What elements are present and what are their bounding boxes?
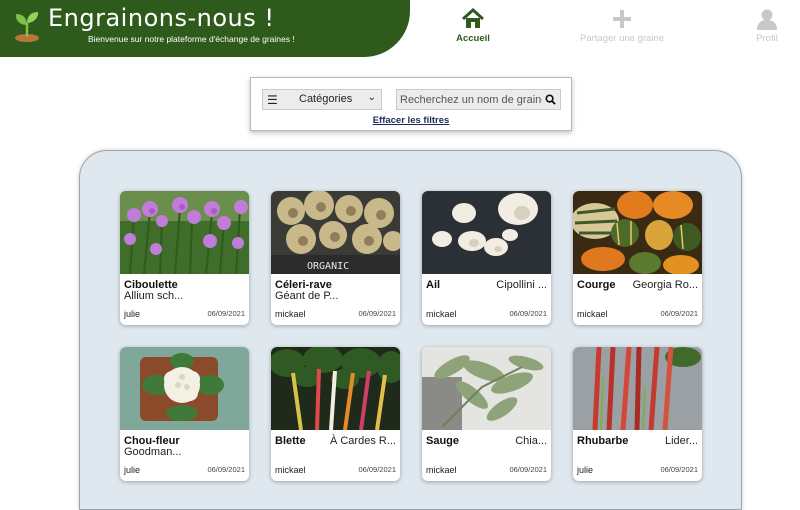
seed-date: 06/09/2021 [207, 309, 245, 318]
nav-profile-label: Profil [756, 33, 778, 44]
seed-variety: Cipollini ... [496, 279, 547, 291]
seed-photo-cauliflower [120, 347, 249, 430]
seed-variety: Georgia Ro... [632, 279, 698, 291]
seed-date: 06/09/2021 [660, 309, 698, 318]
search-input[interactable] [400, 92, 542, 108]
seed-owner: mickael [275, 465, 306, 475]
seed-card[interactable]: Ciboulette Allium sch... julie 06/09/202… [120, 191, 249, 325]
seed-date: 06/09/2021 [509, 465, 547, 474]
nav-share-label: Partager une graine [580, 33, 664, 44]
seed-card[interactable]: Ail Cipollini ... mickael 06/09/2021 [422, 191, 551, 325]
category-select-label: Catégories [299, 93, 353, 105]
seed-variety: Géant de P... [275, 290, 339, 302]
seed-card[interactable]: Sauge Chia... mickael 06/09/2021 [422, 347, 551, 481]
app-title[interactable]: Engrainons-nous ! [48, 4, 274, 32]
seed-grid-panel: Ciboulette Allium sch... julie 06/09/202… [79, 150, 742, 510]
seed-variety: Chia... [515, 435, 547, 447]
seed-card[interactable]: Chou-fleur Goodman... julie 06/09/2021 [120, 347, 249, 481]
category-select[interactable]: ☰ Catégories ⌄ [262, 89, 382, 110]
seed-photo-garlic [422, 191, 551, 274]
seed-variety: Goodman... [124, 446, 182, 458]
seed-variety: Allium sch... [124, 290, 184, 302]
seed-card[interactable]: Courge Georgia Ro... mickael 06/09/2021 [573, 191, 702, 325]
seed-name: Rhubarbe [577, 435, 629, 447]
seed-photo-celeriac: ORGANIC [271, 191, 400, 274]
seed-owner: mickael [426, 309, 457, 319]
seed-date: 06/09/2021 [509, 309, 547, 318]
seed-date: 06/09/2021 [358, 309, 396, 318]
seed-date: 06/09/2021 [207, 465, 245, 474]
seed-owner: mickael [426, 465, 457, 475]
seed-name: Sauge [426, 435, 460, 447]
seed-photo-chard [271, 347, 400, 430]
seed-name: Blette [275, 435, 306, 447]
seed-variety: À Cardes R... [329, 435, 396, 447]
sprout-icon [15, 12, 39, 42]
home-icon [461, 8, 485, 28]
seed-card[interactable]: Blette À Cardes R... mickael 06/09/2021 [271, 347, 400, 481]
seed-owner: julie [124, 309, 141, 319]
seed-name: Courge [577, 279, 616, 291]
search-field [396, 89, 561, 110]
seed-variety: Lider... [664, 435, 698, 447]
plus-icon [613, 10, 631, 28]
nav-home[interactable]: Accueil [418, 8, 528, 44]
seed-date: 06/09/2021 [358, 465, 396, 474]
search-icon[interactable] [545, 94, 556, 105]
seed-photo-chives [120, 191, 249, 274]
seed-owner: mickael [275, 309, 306, 319]
seed-owner: julie [577, 465, 594, 475]
seed-photo-sage [422, 347, 551, 430]
nav-home-label: Accueil [456, 33, 490, 44]
seed-card[interactable]: Rhubarbe Lider... julie 06/09/2021 [573, 347, 702, 481]
nav-share-seed[interactable]: Partager une graine [567, 8, 677, 44]
nav-profile[interactable]: Profil [712, 8, 800, 44]
user-icon [757, 9, 777, 30]
brand-banner: Engrainons-nous ! Bienvenue sur notre pl… [0, 0, 410, 57]
seed-card[interactable]: ORGANIC Céleri-rave Géant de P... mickae… [271, 191, 400, 325]
seed-owner: julie [124, 465, 141, 475]
app-subtitle: Bienvenue sur notre plateforme d'échange… [88, 34, 295, 44]
filter-bar: ☰ Catégories ⌄ Effacer les filtres [250, 77, 572, 131]
clear-filters-link[interactable]: Effacer les filtres [251, 115, 571, 126]
menu-icon: ☰ [267, 93, 278, 107]
seed-owner: mickael [577, 309, 608, 319]
celeriac-sign-text: ORGANIC [307, 261, 349, 272]
seed-name: Ail [426, 279, 441, 291]
seed-date: 06/09/2021 [660, 465, 698, 474]
chevron-down-icon: ⌄ [367, 92, 376, 103]
seed-photo-rhubarb [573, 347, 702, 430]
seed-photo-squash [573, 191, 702, 274]
